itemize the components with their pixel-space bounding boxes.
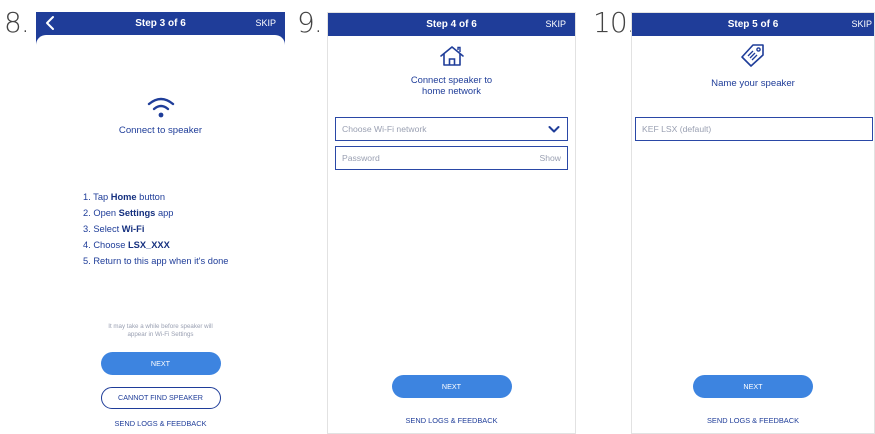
screen-heading: Connect to speaker (118, 125, 203, 136)
instruction-item: 5. Return to this app when it's done (83, 256, 229, 266)
screen-heading: Name your speaker (711, 78, 795, 89)
speaker-name-input[interactable]: KEF LSX (default) (635, 117, 873, 141)
instruction-item: 4. Choose LSX_XXX (83, 240, 170, 250)
send-logs-link[interactable]: SEND LOGS & FEEDBACK (36, 419, 285, 428)
page-title: Step 3 of 6 (135, 18, 186, 29)
send-logs-link[interactable]: SEND LOGS & FEEDBACK (632, 416, 874, 425)
skip-button[interactable]: SKIP (255, 12, 276, 35)
chevron-down-icon (548, 126, 560, 133)
next-button[interactable]: NEXT (391, 375, 512, 398)
onboarding-steps-collage: 8. Step 3 of 6 SKIP Connect to speaker 1… (0, 0, 875, 434)
instruction-item: 2. Open Settings app (83, 208, 174, 218)
screen-step-4: Step 4 of 6 SKIP Connect speaker to home… (327, 12, 576, 434)
instruction-item: 1. Tap Home button (83, 192, 166, 202)
next-button[interactable]: NEXT (693, 375, 813, 398)
top-bar: Step 5 of 6 SKIP (632, 13, 874, 36)
instruction-list: 1. Tap Home button 2. Open Settings app … (83, 189, 228, 269)
content-sheet: Connect speaker to home network Choose W… (328, 36, 575, 433)
skip-button[interactable]: SKIP (545, 13, 566, 36)
page-title: Step 4 of 6 (426, 19, 477, 30)
screen-step-3: Step 3 of 6 SKIP Connect to speaker 1. T… (36, 12, 285, 434)
top-bar: Step 3 of 6 SKIP (36, 12, 285, 49)
page-title: Step 5 of 6 (727, 19, 779, 30)
wifi-icon (147, 97, 174, 118)
show-password-button[interactable]: Show (540, 147, 562, 169)
screen-step-5: Step 5 of 6 SKIP Name your speaker KEF L… (631, 12, 875, 434)
step-number-label: 9. (297, 6, 323, 39)
wifi-delay-note: It may take a while before speaker will … (108, 323, 213, 338)
content-sheet: Name your speaker KEF LSX (default) NEXT… (632, 36, 874, 433)
password-field[interactable]: Password Show (335, 146, 568, 170)
step-number-label: 10. (593, 6, 636, 39)
skip-button[interactable]: SKIP (851, 13, 872, 36)
cannot-find-speaker-button[interactable]: CANNOT FIND SPEAKER (100, 387, 221, 409)
instruction-item: 3. Select Wi-Fi (83, 224, 145, 234)
content-sheet: Connect to speaker 1. Tap Home button 2.… (36, 35, 285, 434)
step-number-label: 8. (4, 6, 30, 39)
screen-heading: Connect speaker to home network (410, 74, 493, 96)
wifi-network-select[interactable]: Choose Wi-Fi network (335, 117, 568, 141)
top-bar: Step 4 of 6 SKIP (328, 13, 575, 36)
next-button[interactable]: NEXT (100, 352, 221, 375)
tag-icon (741, 44, 764, 67)
home-icon (439, 46, 464, 66)
send-logs-link[interactable]: SEND LOGS & FEEDBACK (328, 416, 575, 425)
